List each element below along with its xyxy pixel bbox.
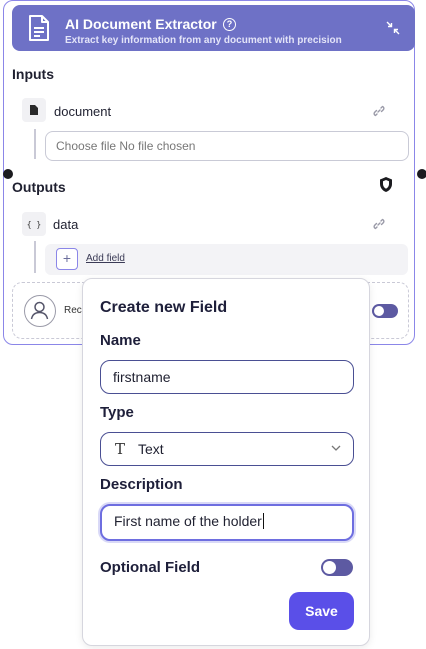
create-field-popover: Create new Field Name firstname Type T T… [82, 278, 370, 646]
node-header: AI Document Extractor ? Extract key info… [12, 5, 415, 51]
shield-icon[interactable] [378, 176, 394, 193]
text-caret [262, 513, 264, 529]
add-field-link[interactable]: Add field [86, 253, 125, 264]
node-title: AI Document Extractor [65, 16, 217, 32]
popover-title: Create new Field [100, 299, 228, 316]
description-label: Description [100, 476, 183, 493]
description-value: First name of the holder [114, 513, 262, 529]
chevron-down-icon [331, 445, 341, 451]
file-icon [22, 98, 46, 122]
left-connector-handle[interactable] [3, 169, 13, 179]
type-label: Type [100, 404, 134, 421]
save-button[interactable]: Save [289, 592, 354, 630]
tree-connector [34, 129, 36, 159]
input-param-document: document [54, 104, 112, 119]
user-icon [24, 295, 56, 327]
type-select-value: Text [138, 441, 164, 457]
optional-field-label: Optional Field [100, 559, 200, 576]
document-icon [29, 15, 49, 41]
right-connector-handle[interactable] [417, 169, 426, 179]
help-circle-icon[interactable]: ? [223, 18, 236, 31]
inputs-section-title: Inputs [12, 66, 54, 82]
description-input[interactable]: First name of the holder [100, 504, 354, 541]
braces-glyph: { } [26, 219, 42, 229]
outputs-section-title: Outputs [12, 179, 66, 195]
file-upload-input[interactable]: Choose file No file chosen [45, 131, 409, 161]
name-label: Name [100, 332, 141, 349]
add-field-plus-button[interactable]: + [56, 248, 78, 270]
optional-field-toggle[interactable] [321, 559, 353, 576]
hidden-label-fragment: Rec [64, 305, 82, 316]
tree-connector [34, 241, 36, 273]
add-field-row: + Add field [45, 244, 408, 275]
braces-icon: { } [22, 212, 46, 236]
name-input[interactable]: firstname [100, 360, 354, 394]
text-type-icon: T [115, 440, 126, 458]
type-select[interactable]: T Text [100, 432, 354, 466]
collapse-icon[interactable] [386, 21, 400, 35]
link-icon[interactable] [372, 217, 386, 231]
link-icon[interactable] [372, 104, 386, 118]
output-param-data: data [53, 217, 79, 232]
node-subtitle: Extract key information from any documen… [65, 35, 342, 46]
hidden-toggle[interactable] [372, 304, 398, 318]
